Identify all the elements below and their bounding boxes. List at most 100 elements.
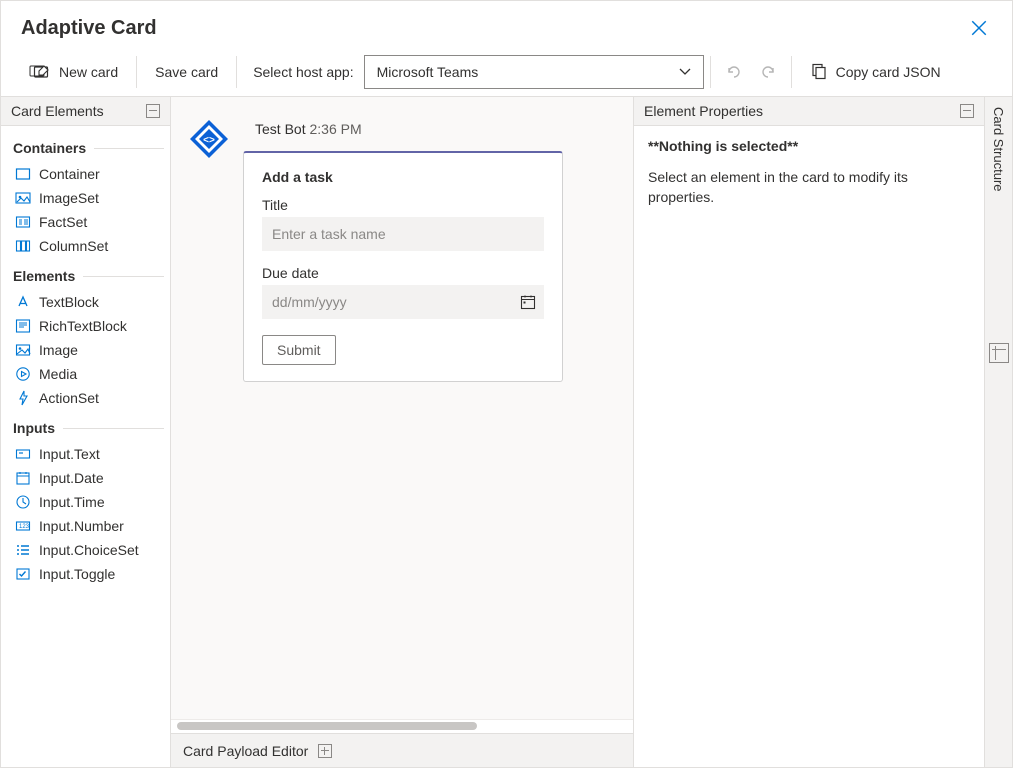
bot-name: Test Bot bbox=[255, 121, 306, 137]
svg-text:123: 123 bbox=[19, 524, 30, 530]
copy-json-button[interactable]: Copy card JSON bbox=[798, 57, 953, 87]
catalog-item-textblock[interactable]: TextBlock bbox=[13, 290, 164, 314]
catalog-item-input-text[interactable]: Input.Text bbox=[13, 442, 164, 466]
toolbar: New card Save card Select host app: Micr… bbox=[1, 47, 1012, 97]
close-icon bbox=[970, 19, 988, 37]
catalog-item-label: RichTextBlock bbox=[39, 318, 127, 334]
page-title: Adaptive Card bbox=[21, 17, 157, 40]
right-rail: Card Structure bbox=[984, 97, 1012, 767]
payload-editor-label: Card Payload Editor bbox=[183, 743, 308, 759]
catalog-item-container[interactable]: Container bbox=[13, 162, 164, 186]
catalog-item-imageset[interactable]: ImageSet bbox=[13, 186, 164, 210]
redo-icon bbox=[759, 63, 777, 81]
catalog-item-label: Container bbox=[39, 166, 100, 182]
adaptive-card[interactable]: Add a task Title Due date Submit bbox=[243, 151, 563, 382]
new-card-button[interactable]: New card bbox=[17, 57, 130, 87]
undo-button[interactable] bbox=[717, 55, 751, 89]
undo-icon bbox=[725, 63, 743, 81]
catalog-item-actionset[interactable]: ActionSet bbox=[13, 386, 164, 410]
horizontal-scrollbar[interactable] bbox=[171, 719, 633, 733]
richtextblock-icon bbox=[15, 318, 31, 334]
bot-avatar-icon: <> bbox=[188, 118, 230, 160]
catalog-item-factset[interactable]: FactSet bbox=[13, 210, 164, 234]
host-app-select[interactable]: Microsoft Teams bbox=[364, 55, 704, 89]
catalog-item-image[interactable]: Image bbox=[13, 338, 164, 362]
card-structure-tab[interactable]: Card Structure bbox=[987, 97, 1010, 202]
card-elements-panel: Card Elements Containers Container Image… bbox=[1, 97, 171, 767]
calendar-icon[interactable] bbox=[520, 294, 536, 310]
redo-button[interactable] bbox=[751, 55, 785, 89]
catalog-item-media[interactable]: Media bbox=[13, 362, 164, 386]
canvas-panel: <> Test Bot 2:36 PM Add a task Title Due bbox=[171, 97, 634, 767]
save-card-button[interactable]: Save card bbox=[143, 58, 230, 86]
bot-header: Test Bot 2:36 PM bbox=[243, 117, 617, 151]
actionset-icon bbox=[15, 390, 31, 406]
submit-button[interactable]: Submit bbox=[262, 335, 336, 365]
catalog-item-label: Image bbox=[39, 342, 78, 358]
new-card-label: New card bbox=[59, 64, 118, 80]
separator bbox=[136, 56, 137, 88]
due-date-label: Due date bbox=[262, 265, 544, 281]
catalog-item-label: Input.ChoiceSet bbox=[39, 542, 139, 558]
separator bbox=[236, 56, 237, 88]
container-icon bbox=[15, 166, 31, 182]
card-elements-title: Card Elements bbox=[11, 103, 104, 119]
save-card-label: Save card bbox=[155, 64, 218, 80]
due-date-input[interactable] bbox=[262, 285, 544, 319]
collapse-icon[interactable] bbox=[960, 104, 974, 118]
media-icon bbox=[15, 366, 31, 382]
catalog-item-label: Media bbox=[39, 366, 77, 382]
payload-editor-tab[interactable]: Card Payload Editor bbox=[171, 733, 633, 767]
copy-json-label: Copy card JSON bbox=[836, 64, 941, 80]
input-text-icon bbox=[15, 446, 31, 462]
expand-icon[interactable] bbox=[989, 343, 1009, 363]
nothing-selected-text: **Nothing is selected** bbox=[648, 138, 970, 154]
title-input[interactable] bbox=[262, 217, 544, 251]
expand-icon[interactable] bbox=[318, 744, 332, 758]
element-properties-title: Element Properties bbox=[644, 103, 763, 119]
card-heading: Add a task bbox=[262, 169, 544, 185]
catalog-item-input-number[interactable]: 123 Input.Number bbox=[13, 514, 164, 538]
catalog-item-input-choiceset[interactable]: Input.ChoiceSet bbox=[13, 538, 164, 562]
catalog-item-input-time[interactable]: Input.Time bbox=[13, 490, 164, 514]
columnset-icon bbox=[15, 238, 31, 254]
divider bbox=[83, 276, 164, 277]
host-app-value: Microsoft Teams bbox=[377, 64, 479, 80]
catalog-item-label: Input.Date bbox=[39, 470, 104, 486]
textblock-icon bbox=[15, 294, 31, 310]
group-containers-title: Containers bbox=[13, 140, 86, 156]
separator bbox=[791, 56, 792, 88]
catalog-item-label: ImageSet bbox=[39, 190, 99, 206]
host-app-label: Select host app: bbox=[243, 64, 363, 80]
bot-avatar: <> bbox=[187, 117, 231, 161]
divider bbox=[63, 428, 164, 429]
edit-icon bbox=[33, 63, 51, 81]
separator bbox=[710, 56, 711, 88]
divider bbox=[94, 148, 164, 149]
factset-icon bbox=[15, 214, 31, 230]
catalog-item-label: Input.Number bbox=[39, 518, 124, 534]
catalog-item-label: ColumnSet bbox=[39, 238, 108, 254]
input-date-icon bbox=[15, 470, 31, 486]
input-number-icon: 123 bbox=[15, 518, 31, 534]
catalog-item-label: TextBlock bbox=[39, 294, 99, 310]
catalog-item-input-toggle[interactable]: Input.Toggle bbox=[13, 562, 164, 586]
catalog-item-input-date[interactable]: Input.Date bbox=[13, 466, 164, 490]
catalog-item-richtextblock[interactable]: RichTextBlock bbox=[13, 314, 164, 338]
title-field-label: Title bbox=[262, 197, 544, 213]
close-button[interactable] bbox=[962, 11, 996, 45]
input-choiceset-icon bbox=[15, 542, 31, 558]
catalog-item-label: FactSet bbox=[39, 214, 87, 230]
collapse-icon[interactable] bbox=[146, 104, 160, 118]
input-toggle-icon bbox=[15, 566, 31, 582]
element-properties-panel: Element Properties **Nothing is selected… bbox=[634, 97, 984, 767]
catalog-item-label: ActionSet bbox=[39, 390, 99, 406]
svg-text:<>: <> bbox=[203, 135, 215, 146]
input-time-icon bbox=[15, 494, 31, 510]
group-elements-title: Elements bbox=[13, 268, 75, 284]
group-inputs-title: Inputs bbox=[13, 420, 55, 436]
catalog-item-columnset[interactable]: ColumnSet bbox=[13, 234, 164, 258]
catalog-item-label: Input.Text bbox=[39, 446, 100, 462]
image-icon bbox=[15, 342, 31, 358]
catalog-item-label: Input.Time bbox=[39, 494, 105, 510]
